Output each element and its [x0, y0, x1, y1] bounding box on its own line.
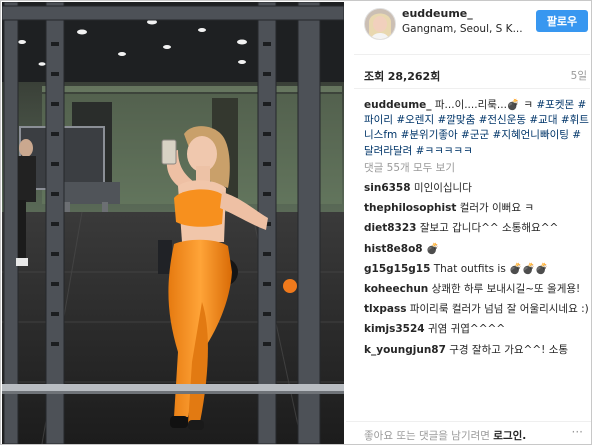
hashtag-link[interactable]: #ㅋㅋㅋㅋㅋ — [416, 145, 473, 157]
comment-username[interactable]: k_youngjun87 — [364, 344, 446, 356]
comment-text: 컬러가 이뻐요 ㅋ — [459, 202, 534, 215]
comment-text: 💣 — [425, 242, 440, 255]
caption: euddeume_ 파...이....리룩...💣 ㅋ #포켓몬 #파이리 #오… — [364, 98, 589, 159]
location-link[interactable]: Gangnam, Seoul, S K... — [402, 23, 526, 35]
comment-item: k_youngjun87 구경 잘하고 가요^^! 소통 — [364, 343, 589, 358]
comment-item: g15g15g15 That outfits is 💣💣💣 — [364, 262, 589, 277]
comment-text: 미인이십니다 — [413, 182, 472, 195]
comment-text: 잘보고 갑니다^^ 소통해요^^ — [419, 222, 559, 235]
header-divider — [354, 54, 590, 55]
author-username[interactable]: euddeume_ — [402, 7, 473, 20]
comment-username[interactable]: koheechun — [364, 283, 428, 295]
follow-button[interactable]: 팔로우 — [536, 10, 588, 32]
caption-text: 파...이....리룩... — [434, 99, 507, 111]
comment-text: 파이리룩 컬러가 넘넘 잘 어울리시네요 :) — [409, 303, 589, 316]
comment-username[interactable]: diet8323 — [364, 222, 416, 234]
comment-item: sin6358 미인이십니다 — [364, 181, 589, 196]
comment-username[interactable]: thephilosophist — [364, 202, 456, 214]
hashtag-link[interactable]: #전신운동 — [479, 114, 526, 126]
views-value: 28,262회 — [387, 70, 441, 83]
comment-item: koheechun 상쾌한 하루 보내시길~또 올게용! — [364, 282, 589, 297]
view-all-comments-link[interactable]: 댓글 55개 모두 보기 — [364, 161, 589, 176]
comment-username[interactable]: hist8e8o8 — [364, 243, 423, 255]
caption-suffix: ㅋ — [523, 99, 534, 111]
comment-item: hist8e8o8 💣 — [364, 242, 589, 257]
avatar[interactable] — [364, 8, 396, 40]
hashtag-link[interactable]: #교대 — [529, 114, 557, 126]
comment-username[interactable]: kimjs3524 — [364, 323, 425, 335]
gym-mirror-selfie-image — [2, 2, 344, 444]
hashtag-link[interactable]: #분위기좋아 — [401, 129, 458, 141]
comment-item: kimjs3524 귀염 귀엽^^^^ — [364, 322, 589, 337]
comment-text: 구경 잘하고 가요^^! 소통 — [449, 343, 569, 356]
post-photo[interactable] — [2, 2, 344, 444]
post-side-panel: euddeume_ Gangnam, Seoul, S K... 팔로우 조회 … — [346, 2, 591, 444]
comment-text: 귀염 귀엽^^^^ — [427, 323, 506, 336]
more-options-icon[interactable]: ··· — [572, 425, 583, 439]
hashtag-link[interactable]: #군군 — [461, 129, 489, 141]
comment-username[interactable]: sin6358 — [364, 182, 411, 194]
login-link[interactable]: 로그인. — [493, 430, 526, 442]
comment-footer: 좋아요 또는 댓글을 남기려면 로그인. ··· — [346, 421, 591, 446]
comment-text: 상쾌한 하루 보내시길~또 올게용! — [431, 283, 581, 296]
post-header: euddeume_ Gangnam, Seoul, S K... 팔로우 — [346, 2, 591, 50]
login-prompt: 좋아요 또는 댓글을 남기려면 로그인. — [364, 428, 526, 443]
hashtag-link[interactable]: #포켓몬 — [536, 99, 574, 111]
profile-avatar-image — [365, 9, 395, 39]
login-prompt-text: 좋아요 또는 댓글을 남기려면 — [364, 430, 490, 442]
comment-username[interactable]: g15g15g15 — [364, 263, 430, 275]
comment-username[interactable]: tlxpass — [364, 303, 407, 315]
comment-item: thephilosophist 컬러가 이뻐요 ㅋ — [364, 201, 589, 216]
comment-item: tlxpass 파이리룩 컬러가 넘넘 잘 어울리시네요 :) — [364, 302, 589, 317]
comment-text: That outfits is 💣💣💣 — [433, 262, 549, 275]
bomb-emoji-icon: 💣 — [506, 99, 520, 111]
caption-username[interactable]: euddeume_ — [364, 99, 432, 111]
views-label: 조회 — [364, 70, 385, 83]
view-count: 조회 28,262회 — [364, 68, 440, 84]
hashtag-link[interactable]: #지혜언니빠이팅 — [493, 129, 569, 141]
instagram-post: euddeume_ Gangnam, Seoul, S K... 팔로우 조회 … — [0, 0, 592, 445]
stats-divider — [354, 88, 590, 89]
hashtag-link[interactable]: #오렌지 — [396, 114, 434, 126]
hashtag-link[interactable]: #깔맞춤 — [437, 114, 475, 126]
comment-item: diet8323 잘보고 갑니다^^ 소통해요^^ — [364, 221, 589, 236]
post-time-ago[interactable]: 5일 — [571, 68, 587, 83]
comments-list: euddeume_ 파...이....리룩...💣 ㅋ #포켓몬 #파이리 #오… — [364, 98, 589, 358]
